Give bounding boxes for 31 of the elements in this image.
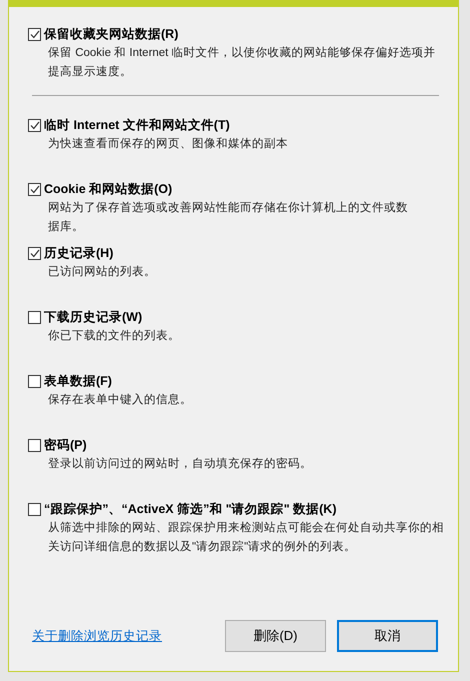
option-label[interactable]: 保留收藏夹网站数据(R) [44,26,178,42]
option-label[interactable]: 密码(P) [44,437,87,453]
option-label[interactable]: Cookie 和网站数据(O) [44,181,172,197]
option-description: 从筛选中排除的网站、跟踪保护用来检测站点可能会在何处自动共享你的相 关访问详细信息的数据以及"请勿跟踪"请求的例外的列表。 [48,520,444,555]
checkbox[interactable] [28,310,41,324]
option-description: 你已下载的文件的列表。 [48,328,180,344]
option-description: 已访问网站的列表。 [48,264,156,280]
checkbox[interactable] [28,246,41,260]
option-description: 登录以前访问过的网站时，自动填充保存的密码。 [48,456,312,472]
checkbox[interactable] [28,28,41,40]
dialog-button[interactable]: 删除(D) [225,620,326,652]
option-label[interactable]: 临时 Internet 文件和网站文件(T) [44,117,230,133]
checkmark-icon [30,120,40,130]
option-description: 保存在表单中键入的信息。 [48,392,192,408]
option-label[interactable]: 表单数据(F) [44,373,112,389]
checkmark-icon [30,248,40,258]
option-label[interactable]: 下载历史记录(W) [44,309,142,325]
checkbox[interactable] [28,502,41,516]
checkbox[interactable] [28,374,41,388]
dialog-button[interactable]: 取消 [337,620,438,652]
help-link[interactable]: 关于删除浏览历史记录 [32,626,162,646]
checkmark-icon [30,30,40,38]
option-label[interactable]: 历史记录(H) [44,245,114,261]
option-description: 网站为了保存首选项或改善网站性能而存储在你计算机上的文件或数 据库。 [48,200,408,235]
option-description: 为快速查看而保存的网页、图像和媒体的副本 [48,136,288,152]
checkbox[interactable] [28,438,41,452]
option-description: 保留 Cookie 和 Internet 临时文件，以使你收藏的网站能够保存偏好选项并 提高显示速度。 [48,46,436,80]
option-label[interactable]: “跟踪保护”、“ActiveX 筛选”和 "请勿跟踪" 数据(K) [44,501,336,517]
checkbox[interactable] [28,182,41,196]
checkbox[interactable] [28,118,41,132]
checkmark-icon [30,184,40,194]
